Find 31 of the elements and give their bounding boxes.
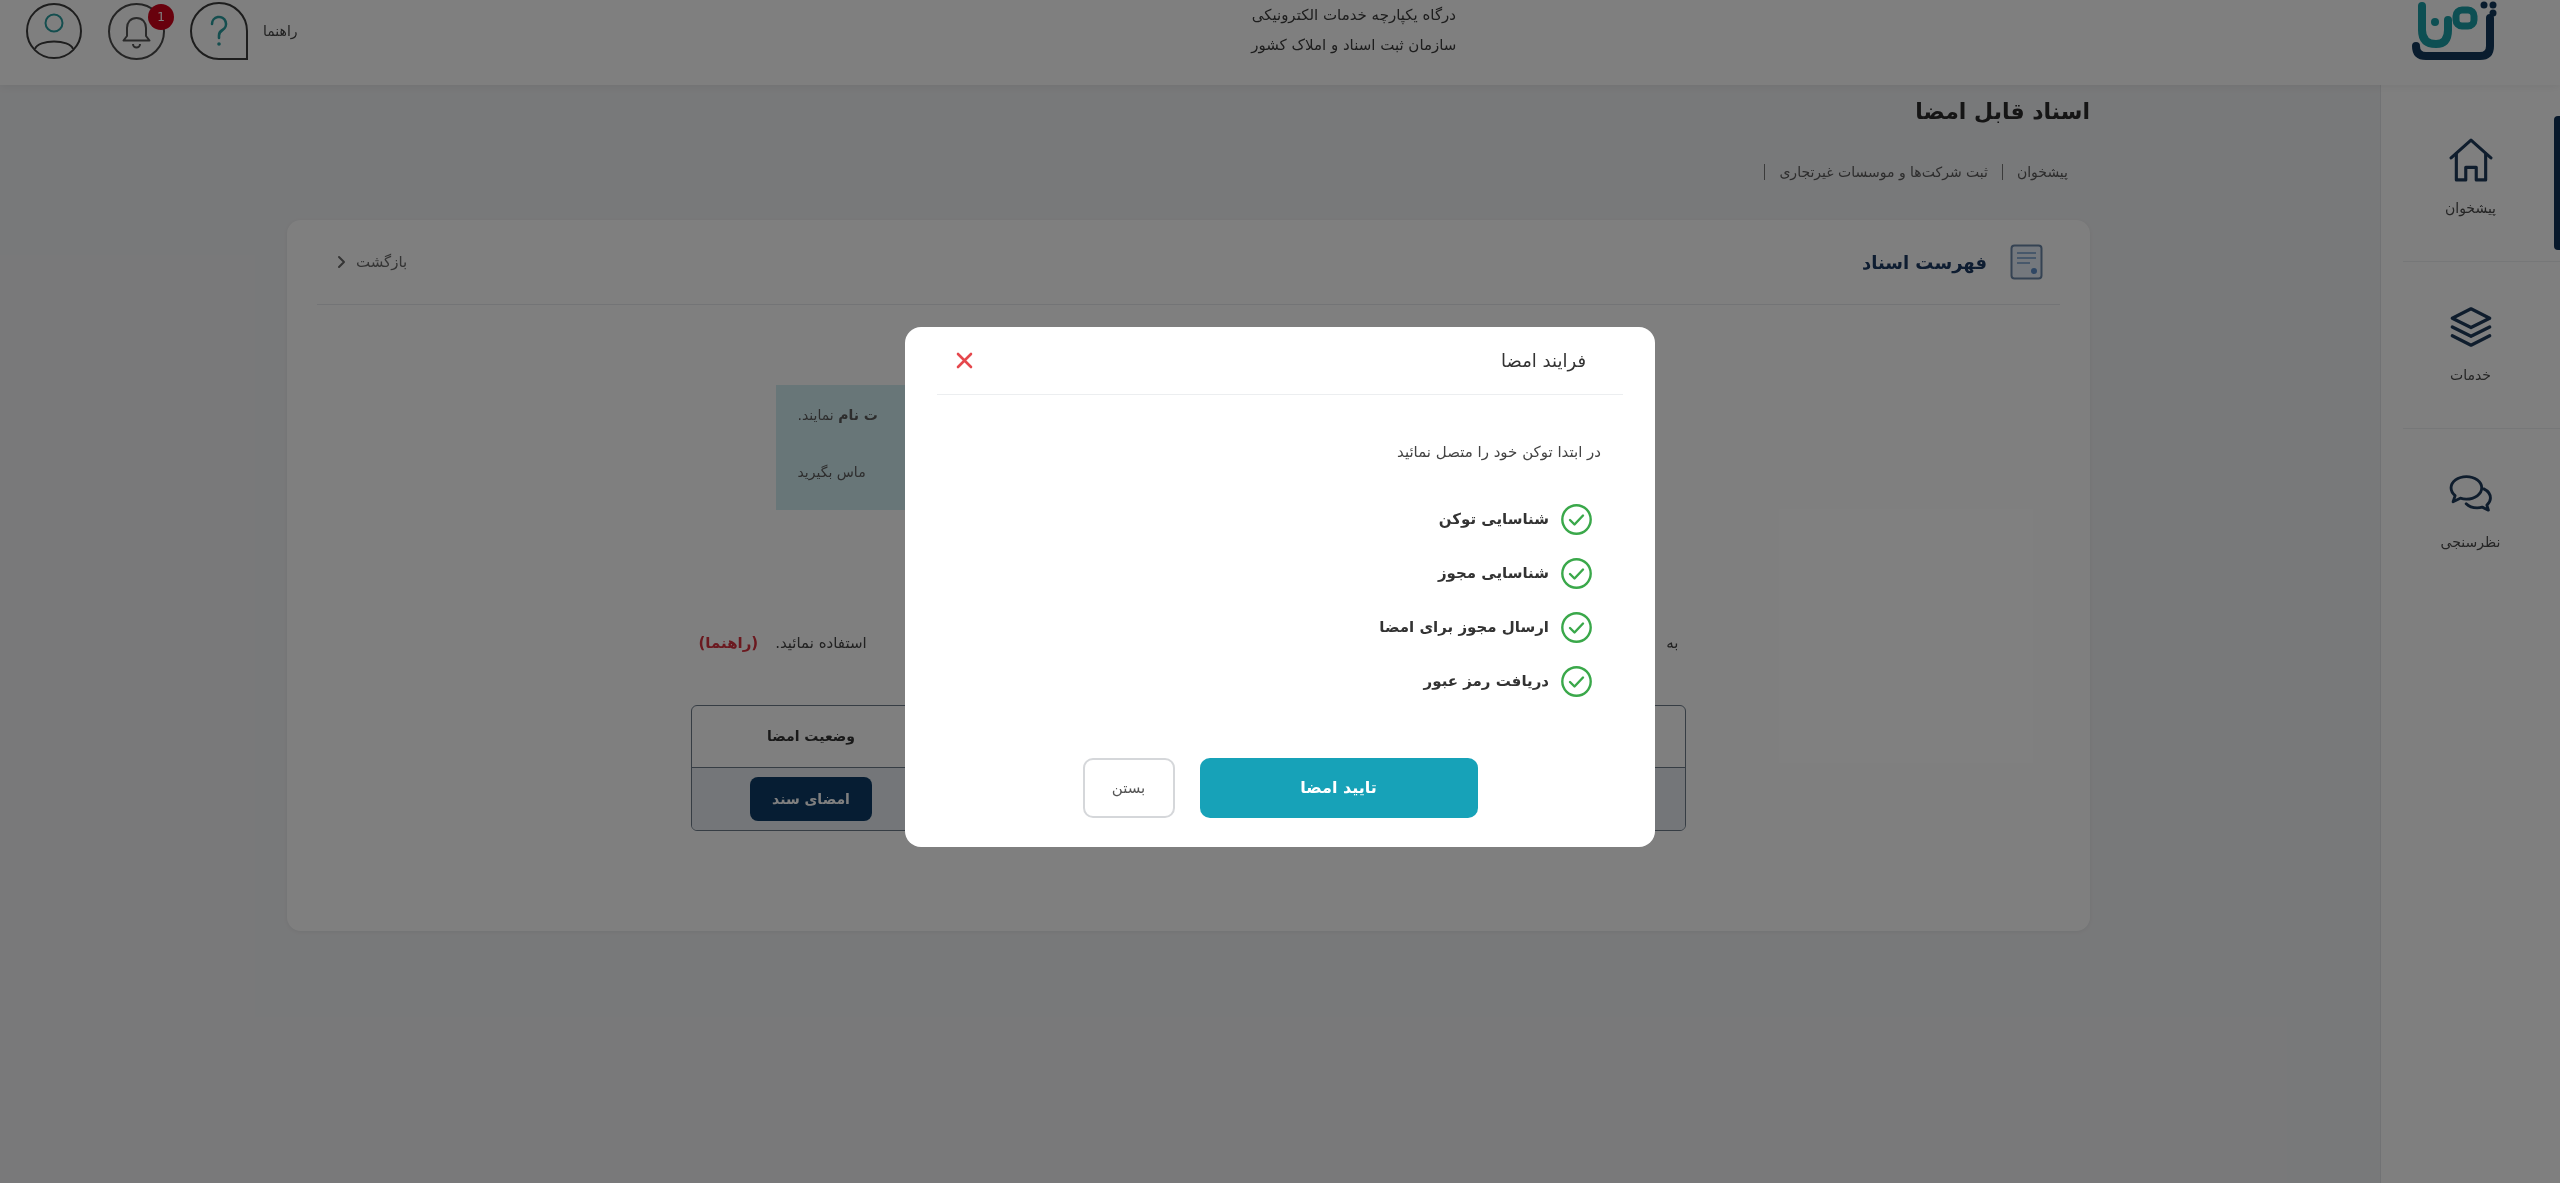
alert-text: ماس بگیرید xyxy=(797,463,866,483)
help-link[interactable]: راهنما xyxy=(263,20,298,42)
breadcrumb-link[interactable]: ثبت شرکت‌ها و موسسات غیرتجاری xyxy=(1779,160,1988,184)
breadcrumb-link[interactable]: پیشخوان xyxy=(2016,160,2068,184)
column-header: وضعیت امضا xyxy=(766,727,856,747)
step-label: دریافت رمز عبور xyxy=(1423,670,1549,692)
modal-instruction: در ابتدا توکن خود را متصل نمائید xyxy=(1397,442,1601,463)
layers-icon xyxy=(2448,304,2493,349)
sign-document-button[interactable]: امضای سند xyxy=(750,777,872,821)
sidebar-item[interactable]: خدمات xyxy=(2381,262,2560,428)
confirm-button[interactable]: تایید امضا xyxy=(1199,758,1478,818)
step-label: شناسایی توکن xyxy=(1438,508,1549,530)
home-icon xyxy=(2448,137,2493,182)
chevron-icon xyxy=(337,255,346,269)
document-icon xyxy=(2010,244,2043,280)
alert-text: ت نام نمایند. xyxy=(797,406,878,425)
sidebar-item[interactable]: نظرسنجی xyxy=(2381,429,2560,595)
organization-name: سازمان ثبت اسناد و املاک کشور xyxy=(1251,35,1457,56)
help-link[interactable]: (راهنما) xyxy=(698,631,759,655)
user-icon[interactable] xyxy=(26,3,82,59)
help-icon[interactable] xyxy=(190,2,248,60)
page-title: اسناد قابل امضا xyxy=(1915,98,2090,126)
notification-bell-icon[interactable] xyxy=(108,2,165,60)
modal-title: فرایند امضا xyxy=(1501,349,1586,374)
notification-badge: 1 xyxy=(148,3,174,30)
close-button[interactable]: بستن xyxy=(1082,758,1175,818)
step-label: شناسایی مجوز xyxy=(1437,562,1549,584)
back-link[interactable]: بازگشت xyxy=(337,250,408,274)
portal-title: درگاه یکپارچه خدمات الکترونیکی xyxy=(1251,5,1456,26)
close-icon[interactable] xyxy=(956,352,973,369)
card-title: فهرست اسناد xyxy=(1861,250,1987,276)
